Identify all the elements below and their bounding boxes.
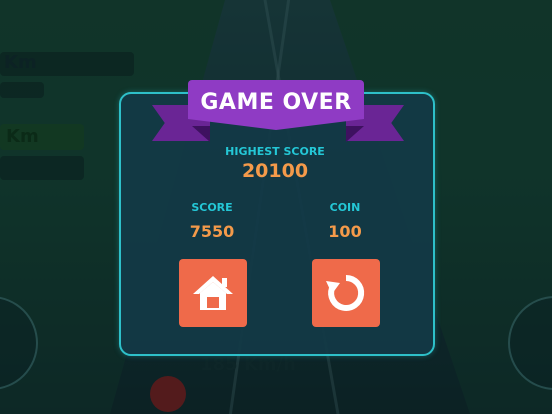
score-label: SCORE <box>191 201 233 214</box>
hud-panel <box>0 82 44 98</box>
highest-score-label: HIGHEST SCORE <box>225 145 325 158</box>
restart-button[interactable] <box>312 259 380 327</box>
hud-panel <box>0 156 84 180</box>
coin-value: 100 <box>328 222 362 241</box>
speed-readout: 185 Km/h <box>200 354 296 375</box>
home-button[interactable] <box>179 259 247 327</box>
coin-label: COIN <box>329 201 361 214</box>
restart-icon <box>326 274 365 311</box>
highest-score-value: 20100 <box>241 160 309 182</box>
distance-unit-mid: Km <box>6 126 39 147</box>
home-icon <box>193 276 233 310</box>
fuel-icon <box>150 376 186 412</box>
game-screen: Km Km 185 Km/h GAME OVER HIGHEST SCORE 2… <box>0 0 552 414</box>
dialog-title: GAME OVER <box>200 90 352 115</box>
distance-unit-top: Km <box>4 52 37 73</box>
score-value: 7550 <box>189 222 235 241</box>
